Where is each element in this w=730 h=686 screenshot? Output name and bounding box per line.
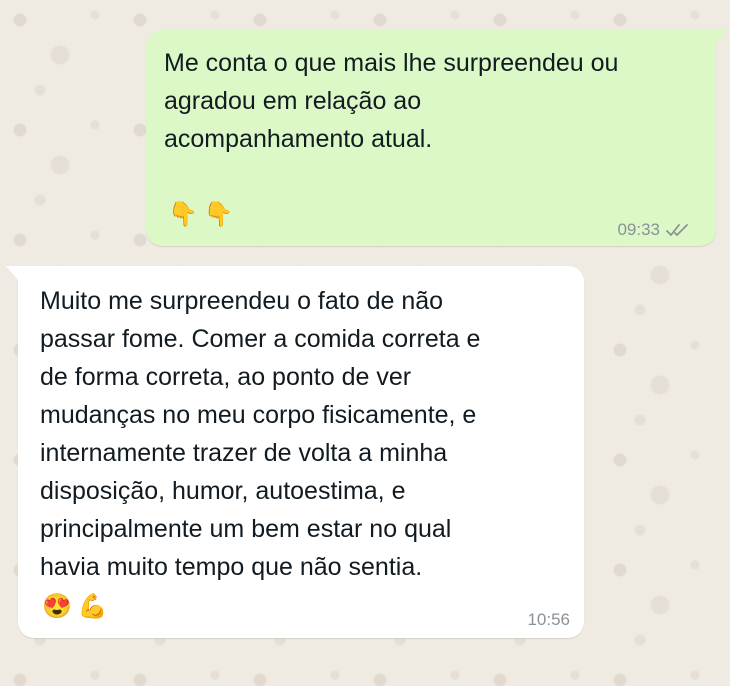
outgoing-message-time: 09:33: [617, 220, 660, 239]
outgoing-message-text: Me conta o que mais lhe surpreendeu ou a…: [164, 49, 619, 153]
incoming-message-text: Muito me surpreendeu o fato de não passa…: [40, 287, 481, 581]
incoming-message-emojis: 😍💪: [42, 593, 114, 620]
incoming-message-bubble[interactable]: Muito me surpreendeu o fato de não passa…: [6, 266, 584, 638]
outgoing-message-emojis: 👇👇: [168, 201, 240, 228]
outgoing-message-bubble[interactable]: Me conta o que mais lhe surpreendeu ou a…: [146, 30, 728, 246]
incoming-message-time: 10:56: [527, 610, 570, 629]
double-check-icon: [666, 222, 690, 238]
incoming-message-meta: 10:56: [527, 610, 570, 630]
outgoing-message-meta: 09:33: [617, 220, 690, 240]
